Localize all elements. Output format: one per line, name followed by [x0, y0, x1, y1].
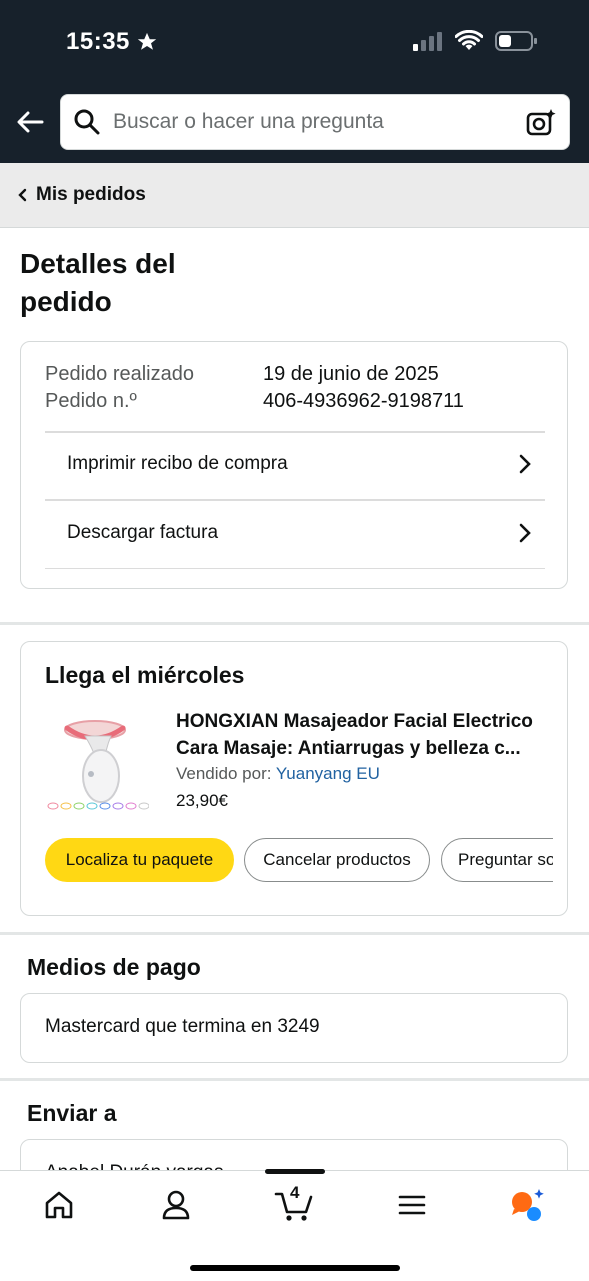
download-invoice-label: Descargar factura — [67, 522, 219, 543]
cellular-signal-icon — [413, 32, 442, 51]
section-separator — [0, 622, 589, 625]
wifi-icon — [455, 30, 483, 50]
product-title-line-2[interactable]: Cara Masaje: Antiarrugas y belleza c... — [176, 735, 556, 762]
section-separator — [0, 932, 589, 935]
cart-count-badge: 4 — [290, 1183, 300, 1202]
nav-menu[interactable] — [390, 1185, 434, 1225]
arrival-title: Llega el miércoles — [45, 662, 245, 688]
cancel-items-button[interactable]: Cancelar productos — [244, 838, 430, 882]
back-arrow-icon[interactable] — [14, 106, 46, 138]
ask-product-button[interactable]: Preguntar sobre el producto — [441, 838, 553, 882]
home-icon — [45, 1191, 73, 1219]
nav-rufus[interactable] — [506, 1185, 550, 1225]
chevron-right-icon — [519, 523, 531, 543]
status-icons — [413, 30, 537, 52]
product-title-line-1[interactable]: HONGXIAN Masajeador Facial Electrico — [176, 708, 556, 735]
seller-link[interactable]: Yuanyang EU — [276, 764, 380, 783]
home-indicator — [190, 1265, 400, 1271]
shipment-actions: Localiza tu paquete Cancelar productos P… — [45, 838, 553, 884]
payment-method-text: Mastercard que termina en 3249 — [45, 1016, 320, 1037]
breadcrumb[interactable]: Mis pedidos — [0, 163, 589, 228]
shipping-section-title: Enviar a — [27, 1100, 117, 1126]
product-price: 23,90€ — [176, 791, 228, 810]
active-tab-indicator — [265, 1169, 325, 1174]
nav-account[interactable] — [154, 1185, 198, 1225]
sold-by-label: Vendido por: — [176, 764, 272, 783]
star-icon — [137, 32, 157, 50]
menu-icon — [398, 1195, 426, 1215]
status-time-text: 15:35 — [66, 28, 130, 55]
shipment-card: Llega el miércoles HONGXIAN Masajeador F… — [20, 641, 568, 916]
user-icon — [162, 1190, 190, 1220]
section-separator — [0, 1078, 589, 1081]
print-receipt-link[interactable]: Imprimir recibo de compra — [67, 431, 545, 497]
search-icon — [74, 109, 100, 135]
payment-method-card: Mastercard que termina en 3249 — [20, 993, 568, 1063]
order-summary-card: Pedido realizado 19 de junio de 2025 Ped… — [20, 341, 568, 589]
bottom-navigation: 4 — [0, 1169, 589, 1281]
order-number-label: Pedido n.º — [45, 390, 137, 412]
battery-icon — [495, 31, 537, 51]
product-image[interactable] — [45, 710, 149, 818]
nav-cart[interactable]: 4 — [272, 1183, 316, 1225]
search-input[interactable] — [111, 109, 515, 135]
search-bar[interactable] — [60, 94, 570, 150]
chevron-left-icon — [18, 188, 27, 202]
sold-by: Vendido por: Yuanyang EU — [176, 764, 380, 784]
track-package-button[interactable]: Localiza tu paquete — [45, 838, 234, 882]
divider — [45, 568, 545, 569]
rufus-assistant-icon — [512, 1189, 544, 1221]
status-time: 15:35 — [66, 28, 158, 56]
top-header: 15:35 — [0, 0, 589, 163]
order-number-value: 406-4936962-9198711 — [263, 390, 464, 412]
camera-search-icon[interactable] — [525, 107, 557, 139]
page-title: Detalles del pedido — [20, 248, 176, 317]
breadcrumb-label: Mis pedidos — [36, 184, 146, 205]
order-placed-date: 19 de junio de 2025 — [263, 363, 439, 385]
download-invoice-link[interactable]: Descargar factura — [67, 500, 545, 566]
print-receipt-label: Imprimir recibo de compra — [67, 453, 288, 474]
order-placed-label: Pedido realizado — [45, 363, 194, 385]
nav-home[interactable] — [37, 1185, 81, 1225]
payment-section-title: Medios de pago — [27, 954, 201, 980]
chevron-right-icon — [519, 454, 531, 474]
